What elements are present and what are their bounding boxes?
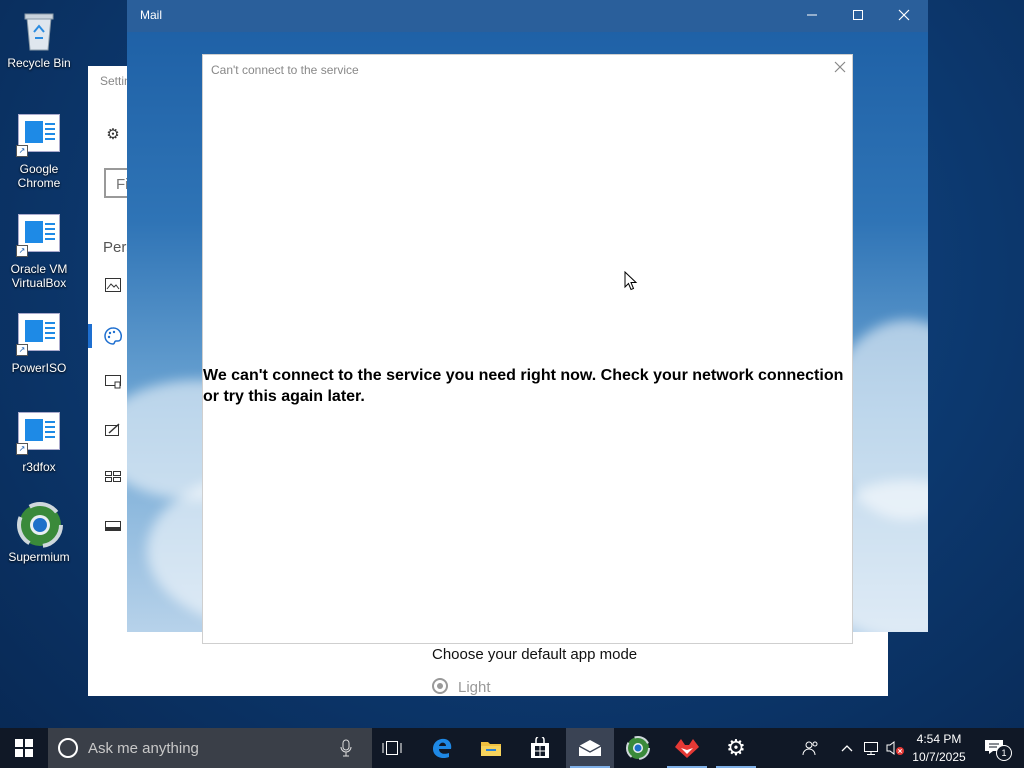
- error-dialog[interactable]: Can't connect to the service We can't co…: [202, 54, 853, 644]
- dialog-message: We can't connect to the service you need…: [203, 367, 844, 405]
- shortcut-icon: ↗: [16, 214, 61, 258]
- dialog-close-button[interactable]: [830, 59, 850, 79]
- task-view-button[interactable]: [368, 728, 416, 768]
- network-icon: [864, 742, 878, 755]
- desktop-icon-poweriso[interactable]: ↗ PowerISO: [4, 309, 74, 375]
- desktop-icon-label: Recycle Bin: [7, 56, 71, 70]
- file-explorer-icon: [481, 742, 501, 756]
- taskbar: Ask me anything ⚙ 4:54 PM 10/7/2025 1: [0, 728, 1024, 768]
- store-button[interactable]: [516, 728, 564, 768]
- network-button[interactable]: [860, 728, 882, 768]
- taskbar-clock[interactable]: 4:54 PM 10/7/2025: [904, 730, 974, 766]
- light-mode-radio[interactable]: [432, 678, 448, 694]
- shortcut-arrow-icon: ↗: [16, 145, 28, 157]
- supermium-icon: [626, 736, 650, 760]
- cortana-icon: [58, 738, 78, 758]
- shortcut-arrow-icon: ↗: [16, 344, 28, 356]
- background-image-icon[interactable]: [104, 278, 122, 296]
- desktop-icon-label: PowerISO: [11, 361, 67, 375]
- cortana-search-box[interactable]: Ask me anything: [48, 728, 372, 768]
- minimize-icon: [807, 14, 817, 16]
- shortcut-icon: ↗: [16, 412, 61, 456]
- microphone-icon[interactable]: [340, 739, 352, 761]
- active-nav-indicator: [88, 324, 92, 348]
- edge-icon: [433, 738, 452, 759]
- minimize-button[interactable]: [789, 0, 835, 32]
- start-icon[interactable]: [104, 470, 122, 488]
- desktop-icon-oracle-vm-virtualbox[interactable]: ↗ Oracle VM VirtualBox: [4, 210, 74, 290]
- desktop-icon-label: Google Chrome: [17, 162, 61, 190]
- start-button[interactable]: [0, 728, 48, 768]
- gear-icon[interactable]: ⚙: [104, 126, 122, 144]
- clock-date: 10/7/2025: [912, 750, 966, 764]
- clock-time: 4:54 PM: [916, 732, 962, 746]
- app-mode-heading: Choose your default app mode: [432, 646, 638, 663]
- desktop-icon-google-chrome[interactable]: ↗ Google Chrome: [4, 110, 74, 190]
- search-placeholder: Ask me anything: [88, 740, 199, 757]
- desktop-icon-label: Oracle VM VirtualBox: [10, 262, 68, 290]
- shortcut-arrow-icon: ↗: [16, 245, 28, 257]
- chevron-up-icon: [841, 745, 853, 752]
- show-hidden-icons-button[interactable]: [838, 728, 856, 768]
- close-window-button[interactable]: [881, 0, 927, 32]
- lock-screen-icon[interactable]: [104, 375, 122, 393]
- palette-icon[interactable]: [104, 327, 122, 345]
- desktop-icon-label: Supermium: [8, 550, 70, 564]
- recycle-bin-icon: [17, 8, 61, 52]
- mail-icon: [578, 740, 602, 756]
- light-mode-radio-label: Light: [458, 679, 491, 696]
- supermium-taskbar-button[interactable]: [614, 728, 662, 768]
- volume-button[interactable]: [884, 728, 906, 768]
- close-icon: [898, 9, 910, 21]
- action-center-button[interactable]: 1: [980, 728, 1012, 768]
- mail-taskbar-button[interactable]: [566, 728, 614, 768]
- mail-window-title: Mail: [140, 8, 163, 22]
- r3dfox-icon: [675, 739, 699, 758]
- shortcut-icon: ↗: [16, 114, 61, 158]
- file-explorer-button[interactable]: [467, 728, 515, 768]
- store-icon: [531, 737, 549, 758]
- taskbar-settings-icon[interactable]: [104, 518, 122, 536]
- desktop-icon-r3dfox[interactable]: ↗ r3dfox: [4, 408, 74, 474]
- close-icon: [834, 61, 846, 73]
- desktop-icon-supermium[interactable]: Supermium: [4, 502, 74, 564]
- dialog-title: Can't connect to the service: [211, 63, 359, 77]
- desktop-icon-recycle-bin[interactable]: Recycle Bin: [4, 8, 74, 70]
- notification-badge: 1: [996, 745, 1012, 761]
- windows-logo-icon: [15, 739, 33, 757]
- shortcut-arrow-icon: ↗: [16, 443, 28, 455]
- people-button[interactable]: [796, 728, 826, 768]
- maximize-icon: [853, 10, 863, 20]
- shortcut-icon: ↗: [16, 313, 61, 357]
- supermium-icon: [17, 502, 63, 548]
- themes-icon[interactable]: [104, 423, 122, 441]
- settings-icon: ⚙: [726, 735, 746, 760]
- mouse-cursor-icon: [624, 271, 638, 291]
- maximize-button[interactable]: [835, 0, 881, 32]
- r3dfox-taskbar-button[interactable]: [663, 728, 711, 768]
- settings-taskbar-button[interactable]: ⚙: [712, 728, 760, 768]
- desktop-icon-label: r3dfox: [22, 460, 56, 474]
- people-icon: [802, 741, 818, 756]
- task-view-icon: [382, 741, 402, 755]
- edge-button[interactable]: [418, 728, 466, 768]
- volume-muted-icon: [886, 741, 904, 755]
